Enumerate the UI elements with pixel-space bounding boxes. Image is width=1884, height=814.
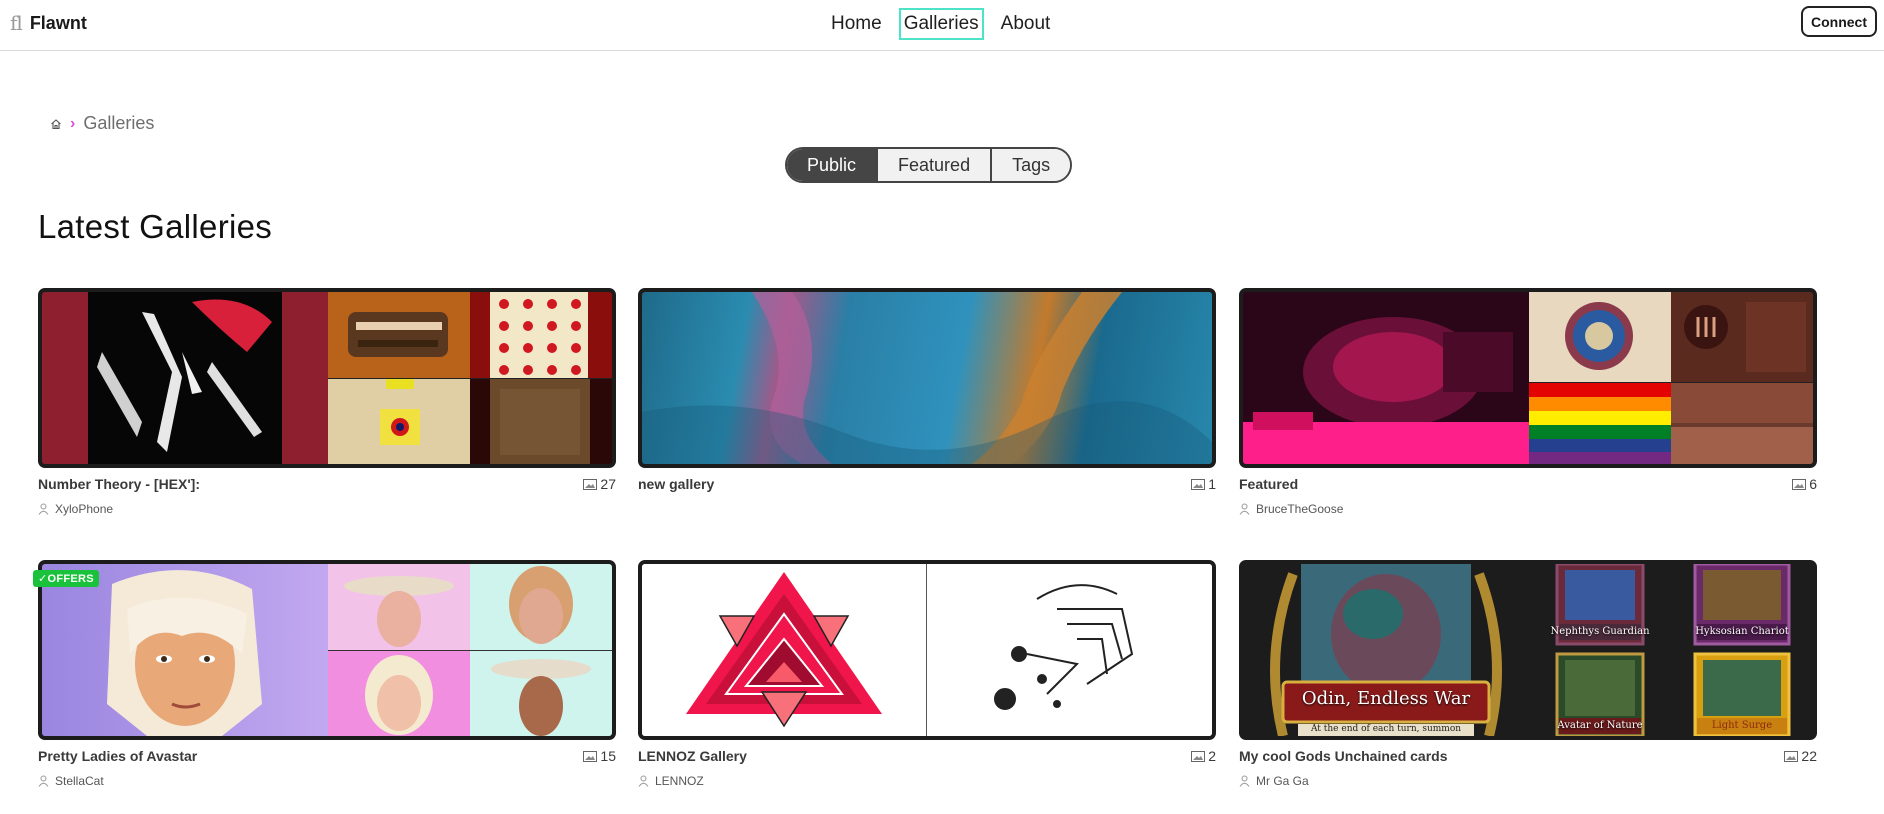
- breadcrumb: › Galleries: [50, 113, 154, 134]
- card-name-label: Nephthys Guardian: [1550, 626, 1650, 637]
- gallery-card[interactable]: Odin, Endless War At the end of each tur…: [1239, 560, 1817, 788]
- nav-home[interactable]: Home: [826, 8, 887, 40]
- tab-public[interactable]: Public: [787, 149, 877, 181]
- nav-about[interactable]: About: [996, 8, 1056, 40]
- artwork-image: Hyksosian Chariot: [1671, 564, 1813, 650]
- gallery-title[interactable]: new gallery: [638, 476, 714, 492]
- image-count: 27: [583, 476, 616, 492]
- gallery-title[interactable]: LENNOZ Gallery: [638, 748, 747, 764]
- artwork-image: [470, 378, 612, 464]
- artwork-image: [470, 650, 612, 736]
- user-icon: [1239, 503, 1250, 515]
- connect-button[interactable]: Connect: [1801, 6, 1877, 37]
- artwork-image: [328, 650, 470, 736]
- image-icon: [1784, 750, 1799, 762]
- gallery-card[interactable]: LENNOZ Gallery 2 LENNOZ: [638, 560, 1216, 788]
- gallery-thumbnail[interactable]: Odin, Endless War At the end of each tur…: [1239, 560, 1817, 740]
- tab-tags[interactable]: Tags: [990, 149, 1071, 181]
- user-icon: [38, 775, 49, 787]
- image-count: 1: [1191, 476, 1216, 492]
- gallery-thumbnail[interactable]: [1239, 288, 1817, 468]
- card-name-label: Light Surge: [1711, 720, 1773, 731]
- owner-name: LENNOZ: [655, 774, 704, 788]
- artwork-image: Avatar of Nature: [1529, 650, 1671, 736]
- gallery-card[interactable]: new gallery 1: [638, 288, 1216, 503]
- card-name-label: Avatar of Nature: [1557, 720, 1643, 731]
- nav-galleries[interactable]: Galleries: [898, 8, 984, 40]
- gallery-tabs: Public Featured Tags: [785, 147, 1073, 183]
- image-icon: [1191, 750, 1206, 762]
- user-icon: [1239, 775, 1250, 787]
- offers-badge: ✓OFFERS: [33, 570, 99, 587]
- gallery-owner[interactable]: LENNOZ: [638, 774, 704, 788]
- artwork-image: Odin, Endless War At the end of each tur…: [1243, 564, 1529, 736]
- image-count: 15: [583, 748, 616, 764]
- user-icon: [38, 503, 49, 515]
- gallery-thumbnail[interactable]: [38, 560, 616, 740]
- card-name-label: Hyksosian Chariot: [1695, 626, 1789, 637]
- image-icon: [1792, 478, 1807, 490]
- image-count-value: 15: [600, 748, 616, 764]
- image-count: 2: [1191, 748, 1216, 764]
- card-name-label: Odin, Endless War: [1301, 688, 1471, 709]
- artwork-image: [42, 564, 328, 736]
- image-count-value: 6: [1809, 476, 1817, 492]
- main-nav: Home Galleries About: [826, 8, 1055, 40]
- owner-name: Mr Ga Ga: [1256, 774, 1309, 788]
- owner-name: StellaCat: [55, 774, 104, 788]
- artwork-image: [328, 292, 470, 378]
- artwork-image: [470, 292, 612, 378]
- brand-logo[interactable]: fl Flawnt: [10, 11, 87, 35]
- artwork-image: [1243, 292, 1529, 464]
- artwork-image: [927, 564, 1212, 736]
- gallery-card[interactable]: Featured 6 BruceTheGoose: [1239, 288, 1817, 516]
- image-count-value: 2: [1208, 748, 1216, 764]
- image-count-value: 27: [600, 476, 616, 492]
- image-count-value: 22: [1801, 748, 1817, 764]
- artwork-image: Nephthys Guardian: [1529, 564, 1671, 650]
- gallery-title[interactable]: Number Theory - [HEX']:: [38, 476, 200, 492]
- artwork-image: [42, 292, 328, 464]
- gallery-owner[interactable]: XyloPhone: [38, 502, 113, 516]
- gallery-owner[interactable]: StellaCat: [38, 774, 104, 788]
- section-title: Latest Galleries: [38, 208, 273, 245]
- gallery-title[interactable]: Featured: [1239, 476, 1298, 492]
- image-count-value: 1: [1208, 476, 1216, 492]
- artwork-image: [328, 378, 470, 464]
- artwork-image: Light Surge: [1671, 650, 1813, 736]
- owner-name: BruceTheGoose: [1256, 502, 1344, 516]
- card-text-label: At the end of each turn, summon: [1310, 724, 1462, 734]
- tab-featured[interactable]: Featured: [876, 149, 991, 181]
- gallery-title[interactable]: My cool Gods Unchained cards: [1239, 748, 1448, 764]
- artwork-image: [1529, 292, 1671, 382]
- gallery-owner[interactable]: BruceTheGoose: [1239, 502, 1343, 516]
- gallery-thumbnail[interactable]: [638, 560, 1216, 740]
- gallery-thumbnail[interactable]: [38, 288, 616, 468]
- image-count: 6: [1792, 476, 1817, 492]
- gallery-card[interactable]: Number Theory - [HEX']: 27 XyloPhone: [38, 288, 616, 516]
- image-icon: [583, 478, 598, 490]
- home-icon[interactable]: [50, 118, 62, 130]
- image-count: 22: [1784, 748, 1817, 764]
- artwork-image: [1529, 382, 1671, 464]
- top-header: fl Flawnt Home Galleries About Connect: [0, 0, 1884, 51]
- gallery-owner[interactable]: Mr Ga Ga: [1239, 774, 1309, 788]
- user-icon: [638, 775, 649, 787]
- artwork-image: [328, 564, 470, 650]
- brand-name: Flawnt: [29, 12, 87, 33]
- breadcrumb-current: Galleries: [83, 113, 155, 133]
- artwork-image: [642, 564, 927, 736]
- artwork-image: [1671, 292, 1813, 382]
- gallery-title[interactable]: Pretty Ladies of Avastar: [38, 748, 197, 764]
- image-icon: [583, 750, 598, 762]
- brand-mark: fl: [10, 11, 23, 35]
- owner-name: XyloPhone: [55, 502, 114, 516]
- artwork-image: [642, 292, 1212, 464]
- gallery-card[interactable]: ✓OFFERS Pretty Ladies of Avastar 15 Stel…: [33, 560, 616, 788]
- image-icon: [1191, 478, 1206, 490]
- gallery-thumbnail[interactable]: [638, 288, 1216, 468]
- artwork-image: [470, 564, 612, 650]
- chevron-right-icon: ›: [70, 114, 76, 132]
- artwork-image: [1671, 382, 1813, 464]
